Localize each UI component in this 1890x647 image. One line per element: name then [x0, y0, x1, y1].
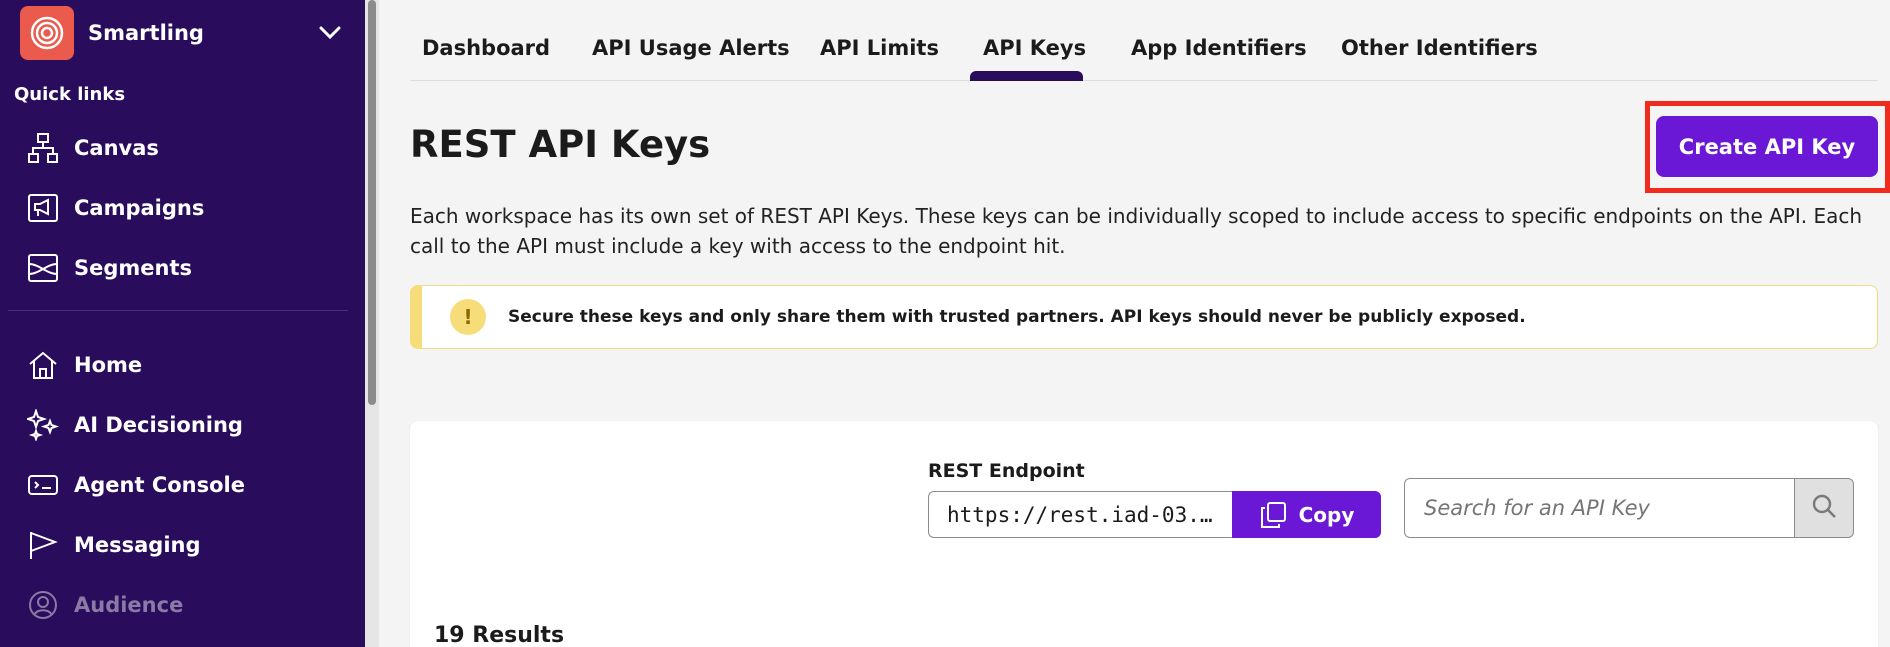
search-button[interactable] — [1794, 478, 1854, 538]
tab-dashboard[interactable]: Dashboard — [422, 36, 550, 60]
warning-alert: ! Secure these keys and only share them … — [410, 285, 1878, 349]
copy-button[interactable]: Copy — [1232, 491, 1381, 538]
sidebar-item-campaigns[interactable]: Campaigns — [26, 186, 204, 230]
sparkle-icon — [26, 408, 60, 442]
sidebar-item-segments[interactable]: Segments — [26, 246, 192, 290]
page-description: Each workspace has its own set of REST A… — [410, 204, 1863, 258]
messaging-icon — [26, 528, 60, 562]
sidebar-item-label: Canvas — [74, 136, 159, 160]
quick-links-heading: Quick links — [14, 84, 126, 105]
active-tab-indicator — [970, 71, 1083, 81]
sidebar-item-ai-decisioning[interactable]: AI Decisioning — [26, 403, 243, 447]
sidebar-item-audience[interactable]: Audience — [26, 583, 183, 627]
alert-message: Secure these keys and only share them wi… — [508, 307, 1526, 327]
tab-app-identifiers[interactable]: App Identifiers — [1131, 36, 1307, 60]
search-input[interactable] — [1404, 478, 1794, 538]
scrollbar-thumb[interactable] — [368, 0, 376, 405]
sidebar: Smartling Quick links Canvas Campaigns S… — [0, 0, 365, 647]
sidebar-item-label: AI Decisioning — [74, 413, 243, 437]
tab-bar: Dashboard API Usage Alerts API Limits AP… — [410, 0, 1878, 81]
sidebar-item-canvas[interactable]: Canvas — [26, 126, 159, 170]
sidebar-divider — [8, 310, 348, 311]
sidebar-item-messaging[interactable]: Messaging — [26, 523, 201, 567]
create-api-key-button[interactable]: Create API Key — [1656, 116, 1878, 177]
sidebar-item-agent-console[interactable]: Agent Console — [26, 463, 245, 507]
tab-api-keys[interactable]: API Keys — [983, 36, 1086, 60]
endpoint-label: REST Endpoint — [928, 460, 1085, 482]
tab-api-usage-alerts[interactable]: API Usage Alerts — [592, 36, 790, 60]
results-count: 19 Results — [434, 623, 565, 647]
sidebar-item-label: Campaigns — [74, 196, 205, 220]
audience-icon — [26, 588, 60, 622]
page-title: REST API Keys — [410, 123, 711, 166]
sidebar-item-label: Audience — [74, 593, 184, 617]
warning-icon: ! — [450, 299, 486, 335]
console-icon — [26, 468, 60, 502]
tab-other-identifiers[interactable]: Other Identifiers — [1341, 36, 1538, 60]
sidebar-item-label: Agent Console — [74, 473, 245, 497]
workspace-name: Smartling — [88, 21, 204, 45]
sidebar-scrollbar[interactable] — [365, 0, 379, 647]
home-icon — [26, 348, 60, 382]
sidebar-item-home[interactable]: Home — [26, 343, 142, 387]
canvas-icon — [26, 131, 60, 165]
copy-icon — [1259, 501, 1287, 529]
tab-api-limits[interactable]: API Limits — [820, 36, 939, 60]
segments-icon — [26, 251, 60, 285]
chevron-down-icon[interactable] — [315, 18, 345, 48]
campaigns-icon — [26, 191, 60, 225]
workspace-logo-icon — [20, 6, 74, 60]
sidebar-item-label: Home — [74, 353, 143, 377]
workspace-switcher[interactable]: Smartling — [20, 6, 345, 60]
sidebar-item-label: Messaging — [74, 533, 201, 557]
endpoint-url-field[interactable]: https://rest.iad-03.… — [928, 491, 1232, 538]
search-icon — [1811, 493, 1837, 523]
copy-label: Copy — [1298, 502, 1355, 527]
sidebar-item-label: Segments — [74, 256, 193, 280]
